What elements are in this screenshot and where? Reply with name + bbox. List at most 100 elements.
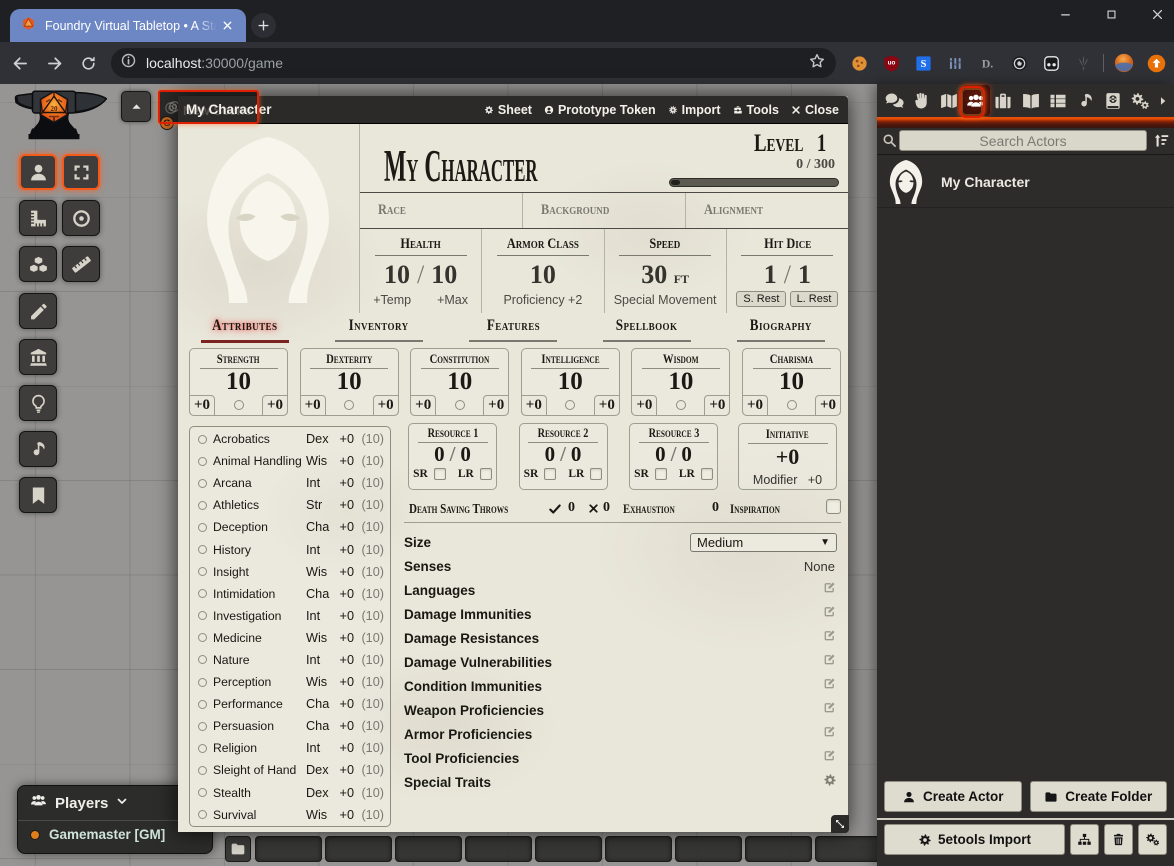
bookmark-star-icon[interactable] bbox=[808, 52, 826, 75]
ability-modifier[interactable]: +0 bbox=[189, 395, 215, 416]
skill-proficiency-toggle[interactable] bbox=[198, 744, 207, 753]
speed-foot[interactable]: Special Movement bbox=[605, 293, 726, 307]
edit-icon[interactable] bbox=[822, 725, 837, 743]
initiative-value[interactable]: +0 bbox=[739, 444, 836, 470]
short-rest-checkbox[interactable] bbox=[544, 468, 556, 480]
ability-score[interactable]: 10 bbox=[522, 369, 619, 395]
exhaustion-value[interactable]: 0 bbox=[712, 500, 719, 516]
ability-save[interactable]: +0 bbox=[594, 395, 620, 416]
ability-score[interactable]: 10 bbox=[411, 369, 508, 395]
hit-dice-stat[interactable]: Hit Dice 1/1 S. RestL. Rest bbox=[727, 229, 848, 313]
ability-modifier[interactable]: +0 bbox=[742, 395, 768, 416]
actor-name[interactable]: My Character bbox=[941, 174, 1030, 190]
sidebar-tab-actors[interactable] bbox=[962, 85, 989, 116]
resource-2-box[interactable]: Resource 2 0/0 SR LR bbox=[519, 423, 608, 490]
skill-proficiency-toggle[interactable] bbox=[198, 788, 207, 797]
character-name[interactable]: My Character bbox=[384, 144, 538, 189]
header-sheet-button[interactable]: Sheet bbox=[484, 103, 532, 117]
sounds-tool-button[interactable] bbox=[19, 431, 57, 467]
long-rest-checkbox[interactable] bbox=[480, 468, 492, 480]
sidebar-collapse-button[interactable] bbox=[1154, 85, 1171, 116]
ability-score[interactable]: 10 bbox=[743, 369, 840, 395]
resource-1-box[interactable]: Resource 1 0/0 SR LR bbox=[408, 423, 497, 490]
skill-proficiency-toggle[interactable] bbox=[198, 523, 207, 532]
sidebar-tab-settings[interactable] bbox=[1127, 85, 1154, 116]
edit-icon[interactable] bbox=[822, 749, 837, 767]
macro-slot[interactable] bbox=[745, 836, 812, 862]
sheet-tab-attributes[interactable]: Attributes bbox=[178, 313, 312, 346]
l-rest-button[interactable]: L. Rest bbox=[790, 291, 839, 307]
sort-icon[interactable] bbox=[1153, 132, 1170, 154]
initiative-modifier[interactable]: Modifier +0 bbox=[739, 473, 836, 487]
edit-icon[interactable] bbox=[822, 677, 837, 695]
long-rest-checkbox[interactable] bbox=[701, 468, 713, 480]
edit-icon[interactable] bbox=[822, 605, 837, 623]
death-failure-count[interactable]: 0 bbox=[603, 500, 610, 516]
edit-icon[interactable] bbox=[822, 701, 837, 719]
hit-dice-value[interactable]: 1/1 bbox=[727, 262, 848, 288]
ability-name[interactable]: Intelligence bbox=[541, 351, 599, 367]
ability-save[interactable]: +0 bbox=[262, 395, 288, 416]
skill-name[interactable]: Athletics bbox=[213, 498, 306, 512]
ability-score[interactable]: 10 bbox=[632, 369, 729, 395]
skill-name[interactable]: Religion bbox=[213, 741, 306, 755]
resource-label[interactable]: Resource 2 bbox=[538, 426, 589, 441]
window-header[interactable]: New Scene My Character SheetPrototype To… bbox=[178, 96, 848, 124]
skill-medicine[interactable]: Medicine Wis +0 (10) bbox=[190, 627, 390, 649]
ability-modifier[interactable]: +0 bbox=[300, 395, 326, 416]
ability-modifier[interactable]: +0 bbox=[410, 395, 436, 416]
cogs-button[interactable] bbox=[1138, 824, 1167, 855]
close-window-button[interactable] bbox=[1134, 0, 1174, 28]
draw-tool-button[interactable] bbox=[19, 293, 57, 329]
cookie-extension-icon[interactable] bbox=[843, 49, 875, 77]
sidebar-tab-tables[interactable] bbox=[1044, 85, 1071, 116]
macro-slot[interactable] bbox=[605, 836, 672, 862]
ability-score[interactable]: 10 bbox=[190, 369, 287, 395]
macro-slot[interactable] bbox=[395, 836, 462, 862]
token-tool-button[interactable] bbox=[19, 154, 57, 190]
armor-class-stat[interactable]: Armor Class 10 Proficiency +2 bbox=[482, 229, 604, 313]
skill-history[interactable]: History Int +0 (10) bbox=[190, 538, 390, 560]
skill-proficiency-toggle[interactable] bbox=[198, 501, 207, 510]
sheet-tab-spellbook[interactable]: Spellbook bbox=[580, 313, 714, 346]
skill-acrobatics[interactable]: Acrobatics Dex +0 (10) bbox=[190, 428, 390, 450]
dice-tool-button[interactable] bbox=[19, 246, 57, 282]
header-import-button[interactable]: Import bbox=[668, 103, 721, 117]
skill-name[interactable]: Medicine bbox=[213, 631, 306, 645]
skill-name[interactable]: Investigation bbox=[213, 609, 306, 623]
sidebar-tab-playlists[interactable] bbox=[1072, 85, 1099, 116]
death-success-count[interactable]: 0 bbox=[568, 500, 575, 516]
s-rest-button[interactable]: S. Rest bbox=[736, 291, 786, 307]
resource-values[interactable]: 0/0 bbox=[630, 443, 717, 466]
ability-save[interactable]: +0 bbox=[483, 395, 509, 416]
initiative-box[interactable]: Initiative +0 Modifier +0 bbox=[738, 423, 837, 490]
s-blue-extension-icon[interactable]: S bbox=[907, 49, 939, 77]
ability-name[interactable]: Dexterity bbox=[326, 351, 372, 367]
browser-tab[interactable]: Foundry Virtual Tabletop • A Stan bbox=[10, 9, 246, 42]
race-field[interactable]: Race bbox=[360, 193, 523, 228]
sitemap-button[interactable] bbox=[1070, 824, 1099, 855]
mask-extension-icon[interactable] bbox=[1035, 49, 1067, 77]
skill-name[interactable]: Deception bbox=[213, 520, 306, 534]
ability-save-proficiency-toggle[interactable] bbox=[565, 400, 575, 410]
death-success-icon[interactable] bbox=[548, 502, 562, 521]
mystery-man-icon[interactable] bbox=[884, 160, 928, 204]
resource-values[interactable]: 0/0 bbox=[409, 443, 496, 466]
skill-proficiency-toggle[interactable] bbox=[198, 435, 207, 444]
lighting-tool-button[interactable] bbox=[19, 385, 57, 421]
select-tool-button[interactable] bbox=[62, 154, 100, 190]
ability-intelligence[interactable]: Intelligence 10 +0 +0 bbox=[521, 348, 620, 416]
skill-proficiency-toggle[interactable] bbox=[198, 567, 207, 576]
sheet-tab-features[interactable]: Features bbox=[446, 313, 580, 346]
ability-name[interactable]: Strength bbox=[217, 351, 260, 367]
edit-icon[interactable] bbox=[822, 581, 837, 599]
sidebar-tab-scenes[interactable] bbox=[935, 85, 962, 116]
edit-icon[interactable] bbox=[822, 629, 837, 647]
macro-folder-button[interactable] bbox=[225, 836, 251, 862]
speed-stat[interactable]: Speed 30 ft Special Movement bbox=[605, 229, 727, 313]
info-icon[interactable] bbox=[120, 52, 137, 74]
skill-performance[interactable]: Performance Cha +0 (10) bbox=[190, 693, 390, 715]
macro-slot[interactable] bbox=[325, 836, 392, 862]
notes-tool-button[interactable] bbox=[19, 477, 57, 513]
skill-name[interactable]: History bbox=[213, 543, 306, 557]
